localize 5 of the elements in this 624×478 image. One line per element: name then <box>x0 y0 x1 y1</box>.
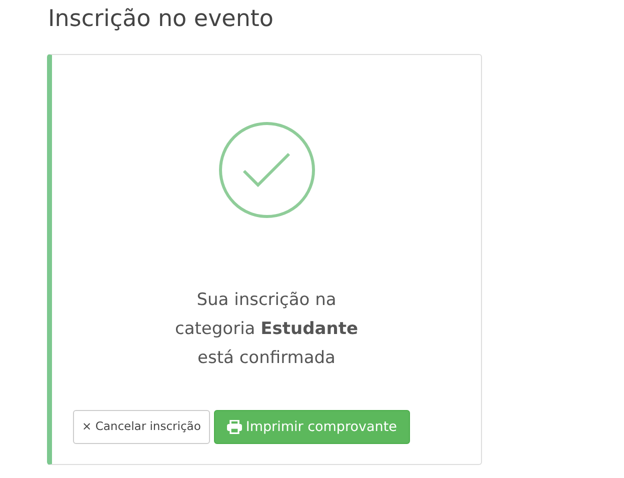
confirmation-message: Sua inscrição na categoria Estudante está confirmada <box>174 288 359 370</box>
check-circle-icon <box>218 120 316 219</box>
cancel-button[interactable]: × Cancelar inscrição <box>73 410 210 444</box>
page-title: Inscrição no evento <box>48 6 274 34</box>
printer-icon <box>226 420 242 434</box>
